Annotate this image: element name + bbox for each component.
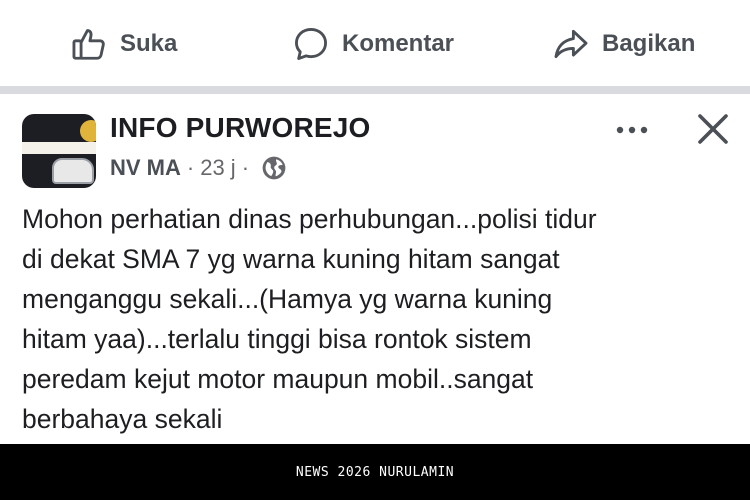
watermark-banner: NEWS 2026 NURULAMIN xyxy=(0,444,750,500)
page-avatar[interactable] xyxy=(22,114,96,188)
post-header: INFO PURWOREJO NV MA · 23 j · xyxy=(0,94,750,194)
watermark-text: NEWS 2026 NURULAMIN xyxy=(295,464,455,480)
comment-button[interactable]: Komentar xyxy=(292,24,454,64)
post-meta: NV MA · 23 j · xyxy=(110,154,287,182)
thumbs-up-icon xyxy=(72,29,105,60)
post-text-line: berbahaya sekali xyxy=(22,404,223,434)
post-text-line: di dekat SMA 7 yg warna kuning hitam san… xyxy=(22,244,560,274)
section-divider xyxy=(0,86,750,94)
share-label: Bagikan xyxy=(602,30,696,57)
meta-separator: · xyxy=(186,155,195,180)
like-label: Suka xyxy=(120,30,178,57)
post-text-line: Mohon perhatian dinas perhubungan...poli… xyxy=(22,204,597,234)
post-text-line: peredam kejut motor maupun mobil..sangat xyxy=(22,364,534,394)
more-options-icon[interactable] xyxy=(614,122,650,138)
close-icon[interactable] xyxy=(696,112,730,146)
comment-bubble-icon xyxy=(295,28,327,60)
post-text-line: menganggu sekali...(Hamya yg warna kunin… xyxy=(22,284,553,314)
post-text-line: hitam yaa)...terlalu tinggi bisa rontok … xyxy=(22,324,532,354)
meta-separator: · xyxy=(241,155,250,180)
post-time[interactable]: 23 j xyxy=(200,155,235,181)
post-action-bar: Suka Komentar Bagikan xyxy=(0,0,750,86)
page-name[interactable]: INFO PURWOREJO xyxy=(110,112,371,144)
post-text: Mohon perhatian dinas perhubungan...poli… xyxy=(22,199,734,439)
comment-label: Komentar xyxy=(342,30,455,57)
share-button[interactable]: Bagikan xyxy=(552,24,695,64)
post-author[interactable]: NV MA xyxy=(110,155,181,181)
share-arrow-icon xyxy=(554,29,588,59)
like-button[interactable]: Suka xyxy=(70,24,177,64)
globe-icon xyxy=(262,156,286,180)
